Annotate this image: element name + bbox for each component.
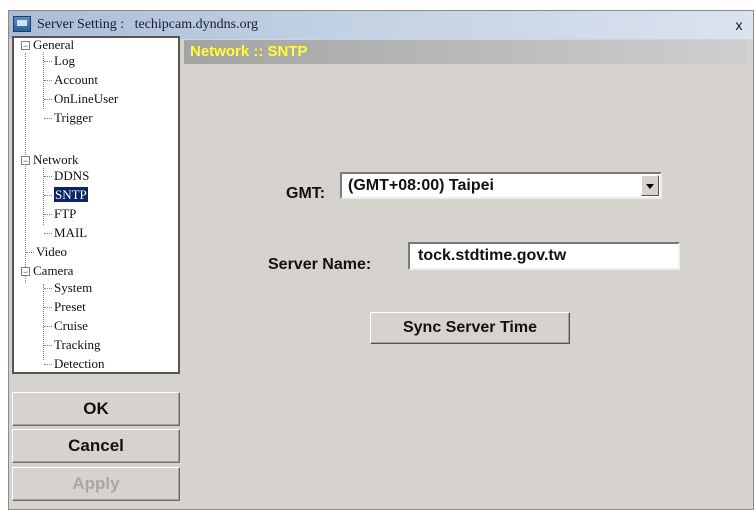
dropdown-arrow-icon[interactable] [641, 175, 659, 196]
tree-label-cruise: Cruise [54, 318, 88, 333]
tree-branch [44, 195, 52, 196]
panel-header: Network :: SNTP [184, 40, 746, 64]
tree-branch [44, 307, 52, 308]
tree-branch [44, 61, 52, 62]
tree-item-cruise[interactable]: Cruise [54, 318, 88, 334]
tree-item-detection[interactable]: Detection [54, 356, 105, 372]
gmt-selected-value: (GMT+08:00) Taipei [348, 177, 494, 194]
tree-label-mail: MAIL [54, 225, 88, 240]
tree-label-network: Network [33, 152, 79, 167]
gmt-label: GMT: [286, 185, 326, 202]
server-name-label: Server Name: [268, 256, 372, 273]
window-title: Server Setting : techipcam.dyndns.org [37, 17, 258, 32]
tree-branch [44, 364, 52, 365]
tree-label-tracking: Tracking [54, 337, 101, 352]
tree-item-preset[interactable]: Preset [54, 299, 86, 315]
tree-item-log[interactable]: Log [54, 53, 75, 69]
ok-button[interactable]: OK [12, 392, 180, 426]
tree-item-video[interactable]: Video [36, 244, 67, 260]
tree-branch [44, 233, 52, 234]
tree-label-detection: Detection [54, 356, 105, 371]
tree-camera-connector [43, 284, 44, 360]
tree-label-general: General [33, 37, 75, 52]
collapse-general-icon[interactable]: − [21, 41, 30, 51]
tree-item-ftp[interactable]: FTP [54, 206, 76, 222]
tree-item-ddns[interactable]: DDNS [54, 168, 89, 184]
tree-branch [44, 326, 52, 327]
tree-branch [44, 288, 52, 289]
tree-branch [26, 252, 34, 253]
tree-label-ddns: DDNS [54, 168, 90, 183]
close-button[interactable]: x [731, 17, 747, 33]
tree-label-camera: Camera [33, 263, 74, 278]
tree-label-account: Account [54, 72, 99, 87]
tree-branch [44, 118, 52, 119]
settings-tree[interactable]: − General Log Account OnLineUser Trigger… [12, 36, 180, 374]
tree-item-system[interactable]: System [54, 280, 92, 296]
tree-item-tracking[interactable]: Tracking [54, 337, 100, 353]
collapse-camera-icon[interactable]: − [21, 267, 30, 277]
tree-branch [44, 345, 52, 346]
title-bar[interactable]: Server Setting : techipcam.dyndns.org x [9, 11, 753, 39]
tree-item-account[interactable]: Account [54, 72, 98, 88]
tree-label-preset: Preset [54, 299, 86, 314]
tree-item-trigger[interactable]: Trigger [54, 110, 93, 126]
tree-item-mail[interactable]: MAIL [54, 225, 87, 241]
tree-label-system: System [54, 280, 93, 295]
tree-label-sntp: SNTP [54, 187, 88, 202]
cancel-button[interactable]: Cancel [12, 429, 180, 463]
server-name-input[interactable]: tock.stdtime.gov.tw [408, 242, 680, 270]
apply-button[interactable]: Apply [12, 467, 180, 501]
tree-branch [44, 176, 52, 177]
tree-item-onlineuser[interactable]: OnLineUser [54, 91, 118, 107]
sync-server-time-button[interactable]: Sync Server Time [370, 312, 570, 344]
tree-label-video: Video [36, 244, 67, 259]
tree-branch [44, 99, 52, 100]
collapse-network-icon[interactable]: − [21, 156, 30, 166]
tree-label-ftp: FTP [54, 206, 77, 221]
tree-label-trigger: Trigger [54, 110, 93, 125]
gmt-timezone-select[interactable]: (GMT+08:00) Taipei [340, 172, 662, 199]
tree-label-log: Log [54, 53, 75, 68]
tree-item-sntp[interactable]: SNTP [54, 187, 88, 203]
tree-branch [44, 214, 52, 215]
tree-label-onlineuser: OnLineUser [54, 91, 119, 106]
tree-branch [44, 80, 52, 81]
tree-root-connector [25, 53, 26, 283]
app-window-icon [13, 16, 31, 32]
